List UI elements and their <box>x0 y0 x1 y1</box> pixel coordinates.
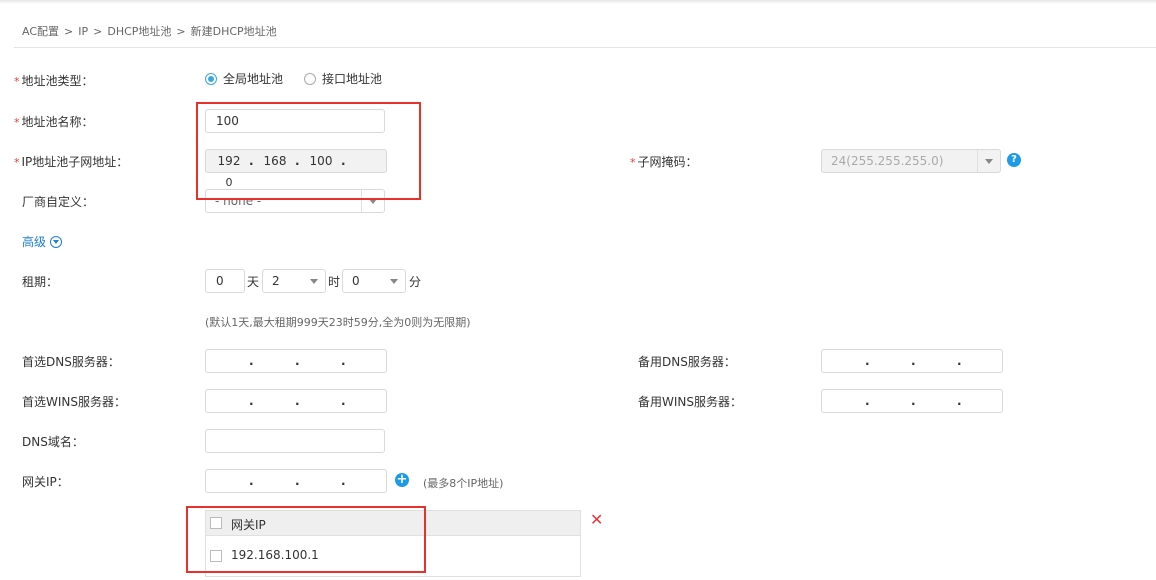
subnet-label: * IP地址池子网地址： <box>14 155 129 169</box>
breadcrumb-separator: > <box>64 25 74 38</box>
gateway-table: 网关IP 192.168.100.1 <box>205 510 581 577</box>
radio-label: 全局地址池 <box>223 72 284 86</box>
table-header: 网关IP <box>206 511 580 536</box>
ip-octet[interactable]: 192 <box>212 150 246 172</box>
lease-minutes-select[interactable]: 0 <box>342 269 406 293</box>
breadcrumb-current: 新建DHCP地址池 <box>190 25 277 38</box>
add-gateway-icon[interactable]: + <box>395 473 409 487</box>
ip-dot: . <box>295 394 300 408</box>
top-shadow <box>0 0 1156 4</box>
chevron-down-icon <box>383 270 405 292</box>
hours-unit: 时 <box>328 275 341 289</box>
ip-dot: . <box>341 354 346 368</box>
vendor-select[interactable]: - none - <box>205 189 385 213</box>
radio-global-pool[interactable]: 全局地址池 <box>205 70 283 87</box>
ip-octet[interactable]: 100 <box>304 150 338 172</box>
pool-name-input[interactable]: 100 <box>205 109 385 133</box>
ip-dot: . <box>341 394 346 408</box>
column-header-gateway: 网关IP <box>231 518 266 532</box>
ip-dot: . <box>957 354 962 368</box>
lease-label: 租期： <box>22 275 59 289</box>
required-mark: * <box>630 156 636 169</box>
pool-type-label: * 地址池类型： <box>14 74 94 88</box>
dns-primary-label: 首选DNS服务器： <box>22 355 120 369</box>
required-mark: * <box>14 116 20 129</box>
gateway-hint: (最多8个IP地址) <box>423 477 504 490</box>
chevron-down-circle-icon <box>50 235 63 248</box>
mask-select[interactable]: 24(255.255.255.0) <box>821 149 1001 173</box>
mask-label: * 子网掩码： <box>630 155 698 169</box>
ip-dot: . <box>341 154 346 168</box>
gateway-label: 网关IP： <box>22 475 69 489</box>
ip-dot: . <box>249 154 254 168</box>
pool-name-label: * 地址池名称： <box>14 115 94 129</box>
radio-checked-icon <box>205 72 217 85</box>
advanced-label: 高级 <box>22 235 47 249</box>
select-all-checkbox[interactable] <box>210 517 222 529</box>
dns-domain-label: DNS域名： <box>22 435 84 449</box>
advanced-toggle[interactable]: 高级 <box>22 233 63 250</box>
lease-hours-value: 2 <box>272 274 280 288</box>
ip-dot: . <box>249 394 254 408</box>
help-icon[interactable]: ? <box>1007 153 1021 167</box>
ip-dot: . <box>249 474 254 488</box>
wins-backup-input[interactable]: ... <box>821 389 1003 413</box>
days-unit: 天 <box>247 275 260 289</box>
ip-dot: . <box>295 354 300 368</box>
radio-label: 接口地址池 <box>322 72 383 86</box>
ip-dot: . <box>957 394 962 408</box>
mask-value: 24(255.255.255.0) <box>831 154 944 168</box>
divider <box>14 47 1156 48</box>
lease-days-input[interactable]: 0 <box>205 269 245 293</box>
table-row: 192.168.100.1 <box>206 536 580 577</box>
required-mark: * <box>14 156 20 169</box>
ip-dot: . <box>865 394 870 408</box>
dns-backup-label: 备用DNS服务器： <box>638 355 736 369</box>
ip-dot: . <box>341 474 346 488</box>
required-mark: * <box>14 75 20 88</box>
breadcrumb-separator: > <box>93 25 103 38</box>
vendor-label: 厂商自定义： <box>22 195 95 209</box>
ip-dot: . <box>249 354 254 368</box>
gateway-ip-cell: 192.168.100.1 <box>231 548 319 562</box>
radio-unchecked-icon <box>304 72 316 85</box>
subnet-ip-input[interactable]: 192 . 168 . 100 . 0 <box>205 149 387 189</box>
vendor-value: - none - <box>215 194 262 208</box>
breadcrumb-item[interactable]: DHCP地址池 <box>107 25 171 38</box>
ip-dot: . <box>865 354 870 368</box>
lease-hours-select[interactable]: 2 <box>262 269 326 293</box>
dns-domain-input[interactable] <box>205 429 385 453</box>
chevron-down-icon <box>303 270 325 292</box>
radio-interface-pool[interactable]: 接口地址池 <box>304 70 382 87</box>
breadcrumb-item[interactable]: AC配置 <box>22 25 59 38</box>
dns-primary-input[interactable]: ... <box>205 349 387 373</box>
lease-minutes-value: 0 <box>352 274 360 288</box>
dns-backup-input[interactable]: ... <box>821 349 1003 373</box>
breadcrumb: AC配置 > IP > DHCP地址池 > 新建DHCP地址池 <box>22 23 277 39</box>
ip-dot: . <box>295 474 300 488</box>
breadcrumb-separator: > <box>176 25 186 38</box>
chevron-down-icon <box>977 150 1000 172</box>
minutes-unit: 分 <box>409 275 422 289</box>
delete-icon[interactable]: ✕ <box>590 510 603 529</box>
gateway-ip-input[interactable]: ... <box>205 469 387 493</box>
row-checkbox[interactable] <box>210 550 222 562</box>
wins-backup-label: 备用WINS服务器： <box>638 395 742 409</box>
wins-primary-input[interactable]: ... <box>205 389 387 413</box>
ip-dot: . <box>295 154 300 168</box>
breadcrumb-item[interactable]: IP <box>78 25 88 38</box>
chevron-down-icon <box>361 190 384 212</box>
wins-primary-label: 首选WINS服务器： <box>22 395 126 409</box>
lease-hint: (默认1天,最大租期999天23时59分,全为0则为无限期) <box>205 316 471 329</box>
ip-dot: . <box>911 354 916 368</box>
ip-octet[interactable]: 168 <box>258 150 292 172</box>
ip-dot: . <box>911 394 916 408</box>
